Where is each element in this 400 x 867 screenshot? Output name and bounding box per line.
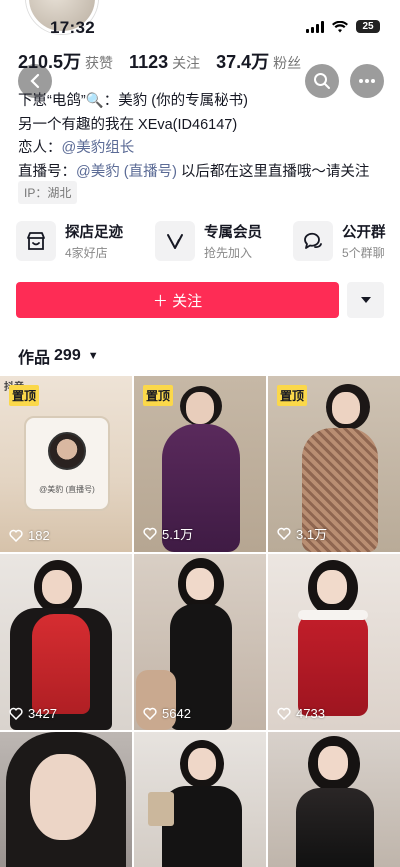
battery-icon: 25 [356, 20, 380, 33]
thumbnail-dress [162, 786, 242, 867]
like-count: 3.1万 [277, 524, 327, 543]
heart-icon [277, 707, 291, 720]
thumbnail-face [317, 570, 347, 604]
stat-followers[interactable]: 37.4万 粉丝 [216, 48, 301, 74]
pinned-badge: 置顶 [277, 385, 308, 406]
video-tile[interactable]: 抖音 @美豹 (直播号) 置顶 182 [0, 376, 132, 552]
video-grid: 抖音 @美豹 (直播号) 置顶 182 置顶 5.1万 置顶 3.1万 [0, 376, 400, 867]
video-tile[interactable] [134, 732, 266, 867]
thumbnail-face [30, 754, 96, 840]
thumbnail-chair [136, 670, 176, 730]
feature-exclusive-membership[interactable]: 专属会员 抢先加入 [155, 219, 285, 263]
stat-likes[interactable]: 210.5万 获赞 [18, 48, 113, 74]
bio-line: 另一个有趣的我在 XEva(ID46147) [18, 116, 238, 133]
video-tile[interactable] [0, 732, 132, 867]
video-tile[interactable]: 3427 [0, 554, 132, 730]
status-bar: 17:32 25 [0, 0, 400, 37]
thumbnail-face [42, 570, 72, 604]
like-count: 4733 [277, 706, 325, 721]
bio-line: 恋人：@美豹组长 [18, 140, 135, 156]
feature-store-visits[interactable]: 探店足迹 4家好店 [16, 219, 146, 263]
video-tile[interactable]: 4733 [268, 554, 400, 730]
thumbnail-dress [296, 788, 374, 867]
qr-avatar [48, 432, 86, 470]
like-count: 3427 [9, 706, 57, 721]
thumbnail-dress [32, 614, 90, 714]
feature-row: 探店足迹 4家好店 专属会员 抢先加入 公开群 5个群聊 [16, 219, 400, 265]
works-tab[interactable]: 作品 299 ▼ [18, 344, 99, 368]
heart-icon [9, 707, 23, 720]
heart-icon [277, 527, 291, 540]
video-tile[interactable]: 5642 [134, 554, 266, 730]
thumbnail-face [318, 746, 348, 780]
more-dots-icon [359, 79, 375, 83]
partner-link[interactable]: @美豹组长 [62, 140, 135, 156]
caret-down-icon: ▼ [87, 350, 99, 362]
profile-stats: 210.5万 获赞 1123 关注 37.4万 粉丝 [18, 48, 301, 74]
pinned-badge: 置顶 [9, 385, 40, 406]
video-tile[interactable]: 置顶 5.1万 [134, 376, 266, 552]
like-count: 5.1万 [143, 524, 193, 543]
ip-location-tag: IP：湖北 [18, 181, 78, 204]
vip-v-icon [155, 221, 195, 261]
pinned-badge: 置顶 [143, 385, 174, 406]
heart-icon [143, 527, 157, 540]
thumbnail-face [332, 392, 360, 424]
live-account-link[interactable]: @美豹 (直播号) [76, 164, 177, 180]
caret-down-icon [360, 297, 371, 303]
status-icons: 25 [306, 20, 380, 33]
recommend-dropdown-button[interactable] [347, 282, 384, 318]
stat-following[interactable]: 1123 关注 [129, 52, 200, 73]
wifi-icon [332, 20, 348, 32]
thumbnail-face [188, 748, 216, 780]
group-chat-icon [293, 221, 333, 261]
feature-public-groups[interactable]: 公开群 5个群聊 [293, 219, 400, 263]
video-tile[interactable] [268, 732, 400, 867]
like-count: 182 [9, 528, 50, 543]
thumbnail-book [148, 792, 174, 826]
bio-line: 下崽“电鸽”🔍：美豹 (你的专属秘书) [18, 93, 248, 109]
follow-button[interactable]: ＋ 关注 [16, 282, 339, 318]
video-tile[interactable]: 置顶 3.1万 [268, 376, 400, 552]
thumbnail-face [186, 392, 214, 424]
status-time: 17:32 [50, 18, 95, 37]
qr-code-card: @美豹 (直播号) [24, 416, 110, 511]
thumbnail-face [186, 568, 214, 600]
store-icon [16, 221, 56, 261]
profile-bio: 下崽“电鸽”🔍：美豹 (你的专属秘书) 另一个有趣的我在 XEva(ID4614… [18, 90, 388, 184]
search-icon [314, 73, 330, 89]
heart-icon [9, 529, 23, 542]
chevron-left-icon [30, 73, 40, 89]
like-count: 5642 [143, 706, 191, 721]
thumbnail-fur-trim [298, 610, 368, 620]
heart-icon [143, 707, 157, 720]
thumbnail-dress [298, 612, 368, 716]
signal-icon [306, 20, 324, 33]
